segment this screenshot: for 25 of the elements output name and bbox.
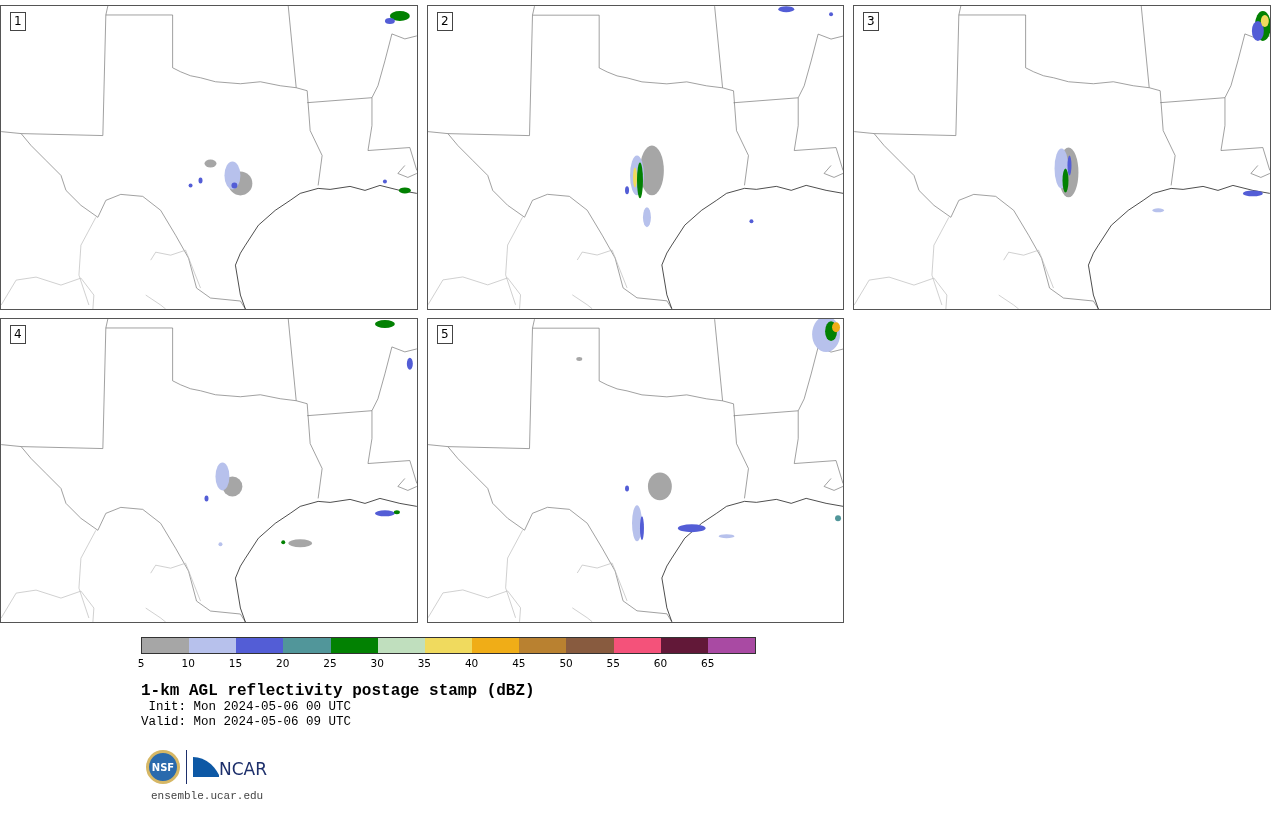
scale-tick-label: 40 bbox=[464, 657, 479, 669]
init-time: Init: Mon 2024-05-06 00 UTC bbox=[147, 700, 353, 715]
scale-tick-label: 45 bbox=[512, 657, 526, 669]
scale-tick-label: 30 bbox=[370, 657, 384, 669]
scale-tick-label: 10 bbox=[181, 657, 195, 669]
scale-tick-label: 15 bbox=[228, 657, 243, 669]
swoosh-icon bbox=[193, 757, 219, 777]
scale-tick-label: 20 bbox=[276, 657, 290, 669]
website-url: ensemble.ucar.edu bbox=[151, 790, 265, 803]
panel-number: 4 bbox=[10, 325, 26, 344]
nsf-logo: NSF bbox=[146, 750, 180, 784]
scale-tick-label: 60 bbox=[653, 657, 668, 669]
scale-tick-label: 35 bbox=[417, 657, 432, 669]
chart-title: 1-km AGL reflectivity postage stamp (dBZ) bbox=[141, 682, 536, 700]
scale-tick-label: 50 bbox=[559, 657, 573, 669]
scale-tick-label: 65 bbox=[701, 657, 715, 669]
panel-number: 2 bbox=[437, 12, 453, 31]
panel-number: 3 bbox=[863, 12, 879, 31]
ncar-wordmark: NCAR bbox=[219, 759, 268, 779]
panel-number: 5 bbox=[437, 325, 453, 344]
scale-tick-label: 55 bbox=[606, 657, 620, 669]
scale-tick-label: 25 bbox=[323, 657, 337, 669]
panel-number: 1 bbox=[10, 12, 26, 31]
valid-time: Valid: Mon 2024-05-06 09 UTC bbox=[141, 715, 353, 730]
scale-tick-label: 5 bbox=[137, 657, 145, 669]
